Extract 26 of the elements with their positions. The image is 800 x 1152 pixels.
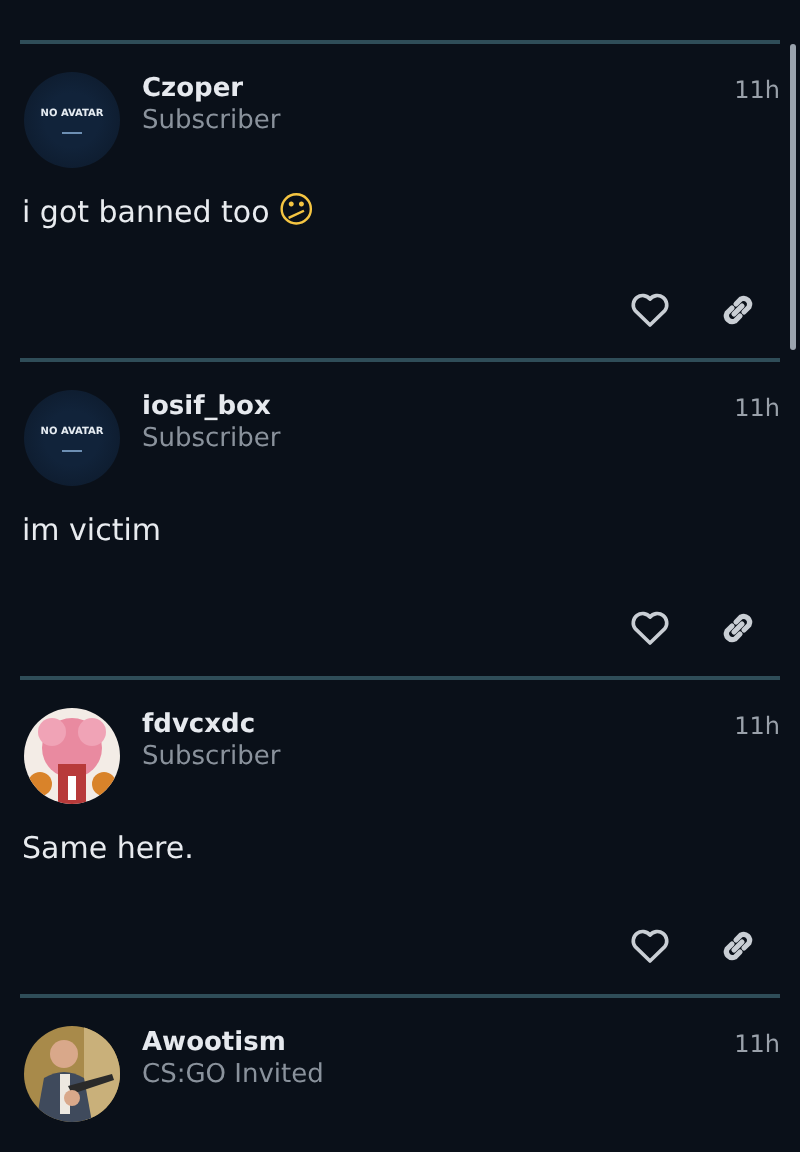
author-role: CS:GO Invited — [142, 1060, 326, 1092]
post-text: im victim — [22, 512, 161, 548]
link-icon — [718, 608, 758, 648]
like-button[interactable] — [628, 924, 672, 968]
author-name[interactable]: Awootism — [142, 1028, 735, 1060]
post-time: 11h — [734, 1030, 780, 1058]
like-button[interactable] — [628, 288, 672, 332]
post-time: 11h — [734, 712, 780, 740]
post-time: 11h — [734, 394, 780, 422]
author-role: Subscriber — [142, 106, 283, 138]
scrollbar[interactable] — [790, 44, 796, 350]
author-name[interactable]: fdvcxdc — [142, 710, 735, 742]
heart-icon — [630, 928, 670, 964]
post-time: 11h — [734, 76, 780, 104]
heart-icon — [630, 292, 670, 328]
author-role: Subscriber — [142, 742, 283, 774]
author-name[interactable]: iosif_box — [142, 392, 735, 424]
confused-emoji: 😕 — [277, 192, 316, 232]
post-text: Same here. — [22, 830, 194, 866]
link-icon — [718, 290, 758, 330]
post-text: i got banned too — [22, 194, 270, 230]
author-name[interactable]: Czoper — [142, 74, 735, 106]
like-button[interactable] — [628, 606, 672, 650]
author-role: Subscriber — [142, 424, 283, 456]
link-icon — [718, 926, 758, 966]
heart-icon — [630, 610, 670, 646]
